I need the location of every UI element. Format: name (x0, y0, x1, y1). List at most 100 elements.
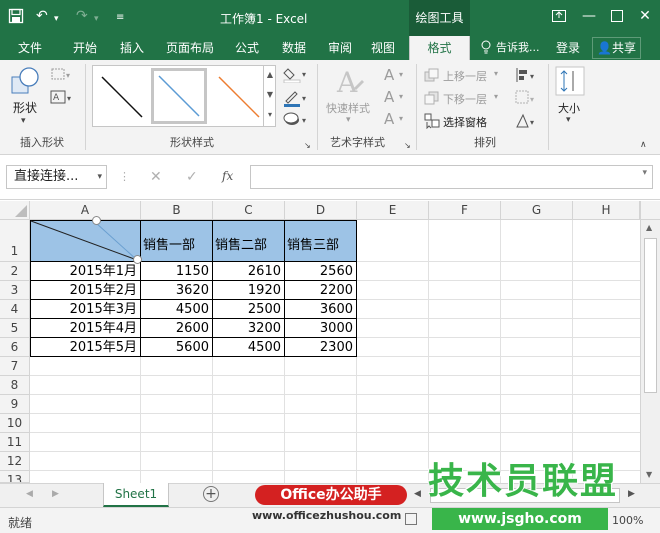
column-header-f[interactable]: F (429, 201, 501, 220)
cell-b1[interactable]: 销售一部 (141, 220, 213, 262)
cell-a3[interactable]: 2015年2月 (30, 281, 141, 300)
cell-d2[interactable]: 2560 (285, 262, 357, 281)
cell-c4[interactable]: 2500 (213, 300, 285, 319)
close-icon[interactable]: ✕ (631, 6, 659, 26)
shape-dropdown-icon[interactable]: ▾ (21, 116, 26, 126)
sheet-tab-sheet1[interactable]: Sheet1 (103, 483, 169, 507)
text-outline-icon[interactable]: A (384, 88, 394, 106)
tab-review[interactable]: 审阅 (328, 40, 352, 56)
shape-effects-icon[interactable]: ▾ (283, 111, 309, 130)
column-header-h[interactable]: H (573, 201, 640, 220)
share-button[interactable]: 👤共享 (592, 37, 641, 59)
row-header-4[interactable]: 4 (0, 300, 30, 319)
enter-icon[interactable]: ✓ (186, 169, 198, 185)
scroll-down-icon[interactable]: ▼ (646, 470, 652, 479)
row-header-6[interactable]: 6 (0, 338, 30, 357)
line-style-blue-selected[interactable] (151, 68, 207, 124)
tab-data[interactable]: 数据 (282, 40, 306, 56)
send-backward-icon[interactable] (424, 91, 440, 108)
sign-in-link[interactable]: 登录 (556, 40, 580, 56)
group-objects-icon[interactable]: ▾ (515, 90, 539, 109)
cell-a4[interactable]: 2015年3月 (30, 300, 141, 319)
quick-styles-label[interactable]: 快速样式 (326, 100, 370, 116)
row-header-13[interactable]: 13 (0, 471, 30, 483)
hscroll-left-icon[interactable]: ◀ (414, 489, 421, 499)
edit-shape-icon[interactable]: ▾ (50, 66, 72, 85)
insert-function-icon[interactable]: fx (222, 169, 233, 183)
text-fill-dropdown-icon[interactable]: ▾ (399, 70, 403, 79)
column-header-b[interactable]: B (141, 201, 213, 220)
selection-pane-icon[interactable] (424, 113, 440, 132)
row-header-7[interactable]: 7 (0, 357, 30, 376)
cell-b3[interactable]: 3620 (141, 281, 213, 300)
size-dropdown-icon[interactable]: ▾ (566, 115, 571, 125)
cell-c6[interactable]: 4500 (213, 338, 285, 357)
line-start-handle[interactable] (92, 216, 101, 225)
new-sheet-icon[interactable]: + (203, 486, 219, 502)
align-icon[interactable]: ▾ (515, 67, 539, 86)
cell-c3[interactable]: 1920 (213, 281, 285, 300)
rotate-icon[interactable]: ▾ (515, 113, 539, 132)
cell-b2[interactable]: 1150 (141, 262, 213, 281)
vertical-scroll-thumb[interactable] (644, 238, 657, 393)
expand-formula-icon[interactable]: ▾ (642, 168, 647, 178)
quick-styles-dropdown-icon[interactable]: ▾ (346, 115, 351, 125)
row-header-11[interactable]: 11 (0, 433, 30, 452)
undo-icon[interactable]: ↶ (36, 8, 48, 24)
column-header-d[interactable]: D (285, 201, 357, 220)
zoom-level[interactable]: 100% (612, 514, 643, 527)
save-icon[interactable] (8, 8, 24, 28)
text-fill-icon[interactable]: A (384, 66, 394, 84)
cell-c5[interactable]: 3200 (213, 319, 285, 338)
bring-forward-dropdown-icon[interactable]: ▾ (494, 69, 498, 78)
text-effects-icon[interactable]: A (384, 110, 394, 128)
next-sheet-icon[interactable]: ▶ (52, 489, 59, 499)
cell-d6[interactable]: 2300 (285, 338, 357, 357)
redo-dropdown-icon[interactable]: ▾ (94, 11, 99, 27)
row-header-5[interactable]: 5 (0, 319, 30, 338)
shape-fill-icon[interactable]: ▾ (283, 65, 309, 86)
cell-b5[interactable]: 2600 (141, 319, 213, 338)
tab-format[interactable]: 格式 (409, 36, 470, 60)
tab-formulas[interactable]: 公式 (235, 40, 259, 56)
column-header-g[interactable]: G (501, 201, 573, 220)
shape-button-label[interactable]: 形状 (13, 99, 37, 116)
name-box[interactable]: 直接连接... ▾ (6, 165, 107, 189)
hscroll-right-icon[interactable]: ▶ (628, 489, 635, 499)
previous-sheet-icon[interactable]: ◀ (26, 489, 33, 499)
row-header-12[interactable]: 12 (0, 452, 30, 471)
formula-input[interactable]: ▾ (250, 165, 653, 189)
column-header-e[interactable]: E (357, 201, 429, 220)
scroll-up-icon[interactable]: ▲ (646, 223, 652, 232)
column-header-a[interactable]: A (30, 201, 141, 220)
undo-dropdown-icon[interactable]: ▾ (54, 11, 59, 27)
text-effects-dropdown-icon[interactable]: ▾ (399, 114, 403, 123)
tab-page-layout[interactable]: 页面布局 (166, 40, 214, 56)
cell-a5[interactable]: 2015年4月 (30, 319, 141, 338)
tab-insert[interactable]: 插入 (120, 40, 144, 56)
send-backward-dropdown-icon[interactable]: ▾ (494, 92, 498, 101)
tab-file[interactable]: 文件 (18, 40, 42, 56)
line-style-orange[interactable] (215, 71, 263, 126)
bring-forward-icon[interactable] (424, 68, 440, 85)
row-header-1[interactable]: 1 (0, 220, 30, 262)
text-outline-dropdown-icon[interactable]: ▾ (399, 92, 403, 101)
cell-a2[interactable]: 2015年1月 (30, 262, 141, 281)
row-header-10[interactable]: 10 (0, 414, 30, 433)
tab-home[interactable]: 开始 (73, 40, 97, 56)
shapes-gallery-icon[interactable] (9, 65, 41, 100)
selection-pane-label[interactable]: 选择窗格 (443, 114, 487, 130)
cell-d5[interactable]: 3000 (285, 319, 357, 338)
cancel-icon[interactable]: ✕ (150, 169, 162, 185)
minimize-icon[interactable]: — (575, 6, 603, 26)
send-backward-label[interactable]: 下移一层 (443, 91, 487, 107)
row-header-2[interactable]: 2 (0, 262, 30, 281)
text-box-icon[interactable]: A ▾ (50, 89, 74, 108)
name-box-dropdown-icon[interactable]: ▾ (97, 166, 102, 188)
cell-c2[interactable]: 2610 (213, 262, 285, 281)
gallery-down-icon[interactable]: ▼ (264, 85, 276, 105)
wordart-quick-styles-icon[interactable]: A (334, 66, 366, 101)
tell-me-search[interactable]: 告诉我... (496, 40, 540, 56)
maximize-icon[interactable] (603, 6, 631, 26)
tab-view[interactable]: 视图 (371, 40, 395, 56)
